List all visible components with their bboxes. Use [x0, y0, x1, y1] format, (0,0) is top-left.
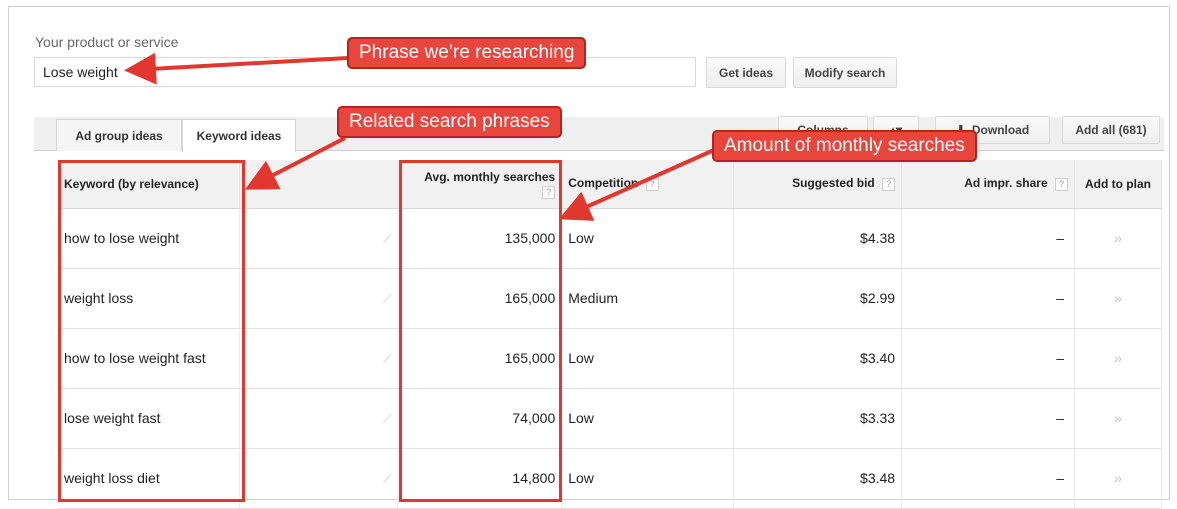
- col-suggested-bid[interactable]: Suggested bid ?: [733, 160, 903, 209]
- col-spacer: [239, 160, 399, 209]
- help-icon[interactable]: ?: [1054, 178, 1068, 192]
- share-cell: –: [901, 328, 1075, 389]
- add-to-plan-label: »: [1114, 290, 1122, 306]
- share-cell: –: [901, 268, 1075, 329]
- add-to-plan-label: »: [1114, 230, 1122, 246]
- table-row: how to lose weight fast ⟋ 165,000 Low $3…: [58, 328, 1163, 389]
- keyword-cell[interactable]: weight loss diet: [58, 448, 241, 509]
- table-row: how to lose weight ⟋ 135,000 Low $4.38 –…: [58, 208, 1163, 269]
- download-label: Download: [971, 123, 1030, 137]
- product-label: Your product or service: [35, 34, 179, 50]
- col-keyword[interactable]: Keyword (by relevance): [58, 160, 241, 209]
- help-icon[interactable]: ?: [645, 178, 659, 192]
- col-avg-monthly-label: Avg. monthly searches: [424, 170, 556, 184]
- searches-cell: 135,000: [397, 208, 563, 269]
- add-to-plan-icon[interactable]: »: [1074, 208, 1163, 269]
- bid-cell: $4.38: [733, 208, 903, 269]
- searches-cell: 165,000: [397, 268, 563, 329]
- trend-cell: ⟋: [239, 328, 399, 389]
- get-ideas-button[interactable]: Get ideas: [706, 57, 786, 88]
- phrase-callout: Phrase we’re researching: [347, 37, 587, 69]
- col-competition[interactable]: Competition ?: [561, 160, 735, 209]
- table-row: weight loss ⟋ 165,000 Medium $2.99 – »: [58, 268, 1163, 329]
- modify-search-button[interactable]: Modify search: [793, 57, 897, 88]
- table-header-row: Keyword (by relevance) Avg. monthly sear…: [58, 160, 1163, 209]
- help-icon[interactable]: ?: [542, 186, 556, 199]
- col-ad-impr-share-label: Ad impr. share: [964, 176, 1048, 191]
- table-row: weight loss diet ⟋ 14,800 Low $3.48 – »: [58, 448, 1163, 509]
- trend-cell: ⟋: [239, 448, 399, 509]
- col-competition-label: Competition: [568, 176, 639, 191]
- share-cell: –: [901, 388, 1075, 449]
- share-cell: –: [901, 208, 1075, 269]
- tab-keyword-ideas[interactable]: Keyword ideas: [182, 119, 296, 152]
- keyword-cell[interactable]: lose weight fast: [58, 388, 241, 449]
- chart-trend-icon[interactable]: ⟋: [383, 292, 391, 306]
- col-ad-impr-share[interactable]: Ad impr. share ?: [901, 160, 1075, 209]
- bid-cell: $3.48: [733, 448, 903, 509]
- keyword-cell[interactable]: weight loss: [58, 268, 241, 329]
- chart-trend-icon[interactable]: ⟋: [383, 472, 391, 486]
- add-to-plan-label: »: [1114, 410, 1122, 426]
- keyword-cell[interactable]: how to lose weight fast: [58, 328, 241, 389]
- competition-cell: Low: [561, 388, 735, 449]
- add-to-plan-icon[interactable]: »: [1074, 388, 1163, 449]
- keyword-cell[interactable]: how to lose weight: [58, 208, 241, 269]
- trend-cell: ⟋: [239, 388, 399, 449]
- monthly-callout: Amount of monthly searches: [712, 130, 977, 162]
- competition-cell: Low: [561, 448, 735, 509]
- bid-cell: $3.33: [733, 388, 903, 449]
- col-avg-monthly[interactable]: Avg. monthly searches ?: [397, 160, 563, 209]
- competition-cell: Low: [561, 208, 735, 269]
- searches-cell: 14,800: [397, 448, 563, 509]
- table-row: lose weight fast ⟋ 74,000 Low $3.33 – »: [58, 388, 1163, 449]
- share-cell: –: [901, 448, 1075, 509]
- trend-cell: ⟋: [239, 208, 399, 269]
- searches-cell: 165,000: [397, 328, 563, 389]
- competition-cell: Medium: [561, 268, 735, 329]
- related-callout: Related search phrases: [337, 106, 562, 138]
- chart-trend-icon[interactable]: ⟋: [383, 232, 391, 246]
- tab-ad-group-ideas[interactable]: Ad group ideas: [56, 119, 182, 151]
- add-all-button[interactable]: Add all (681): [1062, 116, 1160, 144]
- add-to-plan-icon[interactable]: »: [1074, 328, 1163, 389]
- add-to-plan-icon[interactable]: »: [1074, 268, 1163, 329]
- help-icon[interactable]: ?: [882, 178, 896, 192]
- bid-cell: $3.40: [733, 328, 903, 389]
- chart-trend-icon[interactable]: ⟋: [383, 352, 391, 366]
- chart-trend-icon[interactable]: ⟋: [383, 412, 391, 426]
- add-to-plan-label: »: [1114, 470, 1122, 486]
- col-add-to-plan: Add to plan: [1074, 160, 1163, 209]
- bid-cell: $2.99: [733, 268, 903, 329]
- add-to-plan-label: »: [1114, 350, 1122, 366]
- competition-cell: Low: [561, 328, 735, 389]
- add-to-plan-icon[interactable]: »: [1074, 448, 1163, 509]
- col-suggested-bid-label: Suggested bid: [792, 176, 875, 191]
- keyword-table: Keyword (by relevance) Avg. monthly sear…: [58, 160, 1163, 509]
- searches-cell: 74,000: [397, 388, 563, 449]
- trend-cell: ⟋: [239, 268, 399, 329]
